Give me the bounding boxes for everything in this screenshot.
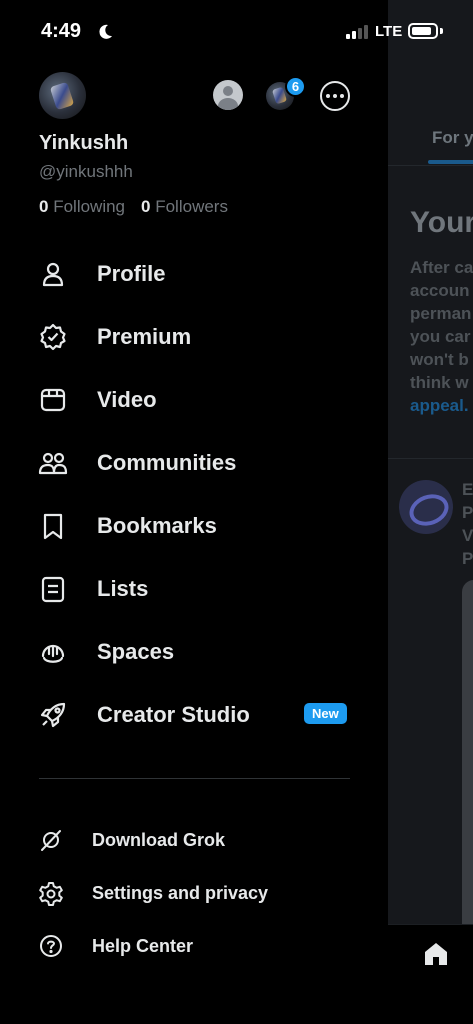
gear-icon: [39, 882, 63, 906]
notice-heading: Your: [410, 206, 473, 239]
divider: [388, 165, 473, 166]
menu-item-settings[interactable]: Settings and privacy: [38, 878, 358, 908]
menu-label: Creator Studio: [97, 702, 250, 727]
menu-label: Download Grok: [92, 829, 226, 850]
post-text: E P V P: [462, 478, 473, 570]
notice-line: perman: [410, 304, 472, 323]
dot-icon: [333, 94, 337, 98]
following-count: 0: [39, 197, 49, 216]
more-options-button[interactable]: [320, 81, 350, 111]
post-line: P: [462, 503, 473, 522]
menu-label: Bookmarks: [97, 513, 217, 538]
menu-item-communities[interactable]: Communities: [38, 443, 358, 483]
battery-icon: [408, 23, 438, 39]
battery-nub: [440, 28, 443, 34]
bottom-tab-bar: [388, 924, 473, 1024]
followers-label: Followers: [155, 197, 228, 216]
menu-item-help-center[interactable]: Help Center: [38, 931, 358, 961]
network-label: LTE: [375, 23, 403, 40]
home-icon[interactable]: [423, 941, 449, 967]
side-drawer: 6 Yinkushh @yinkushhh 0 Following 0 Foll…: [0, 0, 388, 1024]
menu-label: Help Center: [92, 935, 194, 956]
spaces-icon: [41, 644, 65, 663]
divider: [388, 458, 473, 459]
signal-icon: [346, 25, 368, 39]
help-icon: [40, 935, 62, 957]
menu-item-profile[interactable]: Profile: [38, 254, 358, 294]
menu-item-bookmarks[interactable]: Bookmarks: [38, 506, 358, 546]
dot-icon: [340, 94, 344, 98]
notice-line: think w: [410, 373, 469, 392]
menu-label: Communities: [97, 450, 237, 475]
menu-label: Lists: [97, 576, 149, 601]
menu-label: Spaces: [97, 639, 175, 664]
rocket-icon: [40, 702, 66, 728]
notice-line: accoun: [410, 281, 470, 300]
menu-label: Video: [97, 387, 157, 412]
menu-label: Settings and privacy: [92, 882, 269, 903]
bookmark-icon: [43, 513, 63, 540]
communities-icon: [38, 452, 68, 475]
verified-badge-icon: [40, 323, 66, 351]
tab-for-you[interactable]: For y: [432, 128, 473, 148]
display-name[interactable]: Yinkushh: [39, 132, 128, 155]
post-line: V: [462, 526, 473, 545]
status-bar: 4:49 LTE: [0, 0, 473, 60]
notice-line: you car: [410, 327, 471, 346]
post-media[interactable]: [462, 580, 473, 940]
dot-icon: [326, 94, 330, 98]
followers-link[interactable]: 0 Followers: [141, 197, 228, 217]
following-link[interactable]: 0 Following: [39, 197, 125, 217]
appeal-link[interactable]: appeal.: [410, 394, 473, 417]
menu-divider: [39, 778, 350, 779]
notice-line: After ca: [410, 258, 473, 277]
following-label: Following: [53, 197, 126, 216]
post-line: E: [462, 480, 473, 499]
switch-account-button[interactable]: [213, 80, 243, 110]
menu-item-video[interactable]: Video: [38, 380, 358, 420]
followers-count: 0: [141, 197, 151, 216]
video-icon: [40, 388, 66, 412]
menu-item-download-grok[interactable]: Download Grok: [38, 825, 358, 855]
post-line: P: [462, 549, 473, 568]
menu-item-spaces[interactable]: Spaces: [38, 632, 358, 672]
menu-item-premium[interactable]: Premium: [38, 317, 358, 357]
person-icon: [42, 262, 64, 287]
background-timeline[interactable]: For y Your After ca accoun perman you ca…: [388, 0, 473, 1024]
list-icon: [41, 576, 65, 603]
tab-underline: [428, 160, 473, 164]
menu-item-lists[interactable]: Lists: [38, 569, 358, 609]
menu-item-creator-studio[interactable]: Creator Studio New: [38, 695, 358, 735]
menu-label: Premium: [97, 324, 192, 349]
new-badge: New: [304, 703, 347, 724]
notice-paragraph: After ca accoun perman you car won't b t…: [410, 256, 473, 417]
notice-line: won't b: [410, 350, 469, 369]
post-avatar[interactable]: [399, 480, 453, 534]
follow-stats: 0 Following 0 Followers: [39, 197, 228, 217]
notification-badge: 6: [285, 76, 306, 97]
user-handle[interactable]: @yinkushhh: [39, 162, 133, 182]
moon-icon: [99, 24, 112, 39]
grok-icon: [41, 830, 61, 851]
avatar[interactable]: [39, 72, 86, 119]
status-time: 4:49: [41, 20, 82, 42]
menu-label: Profile: [97, 261, 166, 286]
